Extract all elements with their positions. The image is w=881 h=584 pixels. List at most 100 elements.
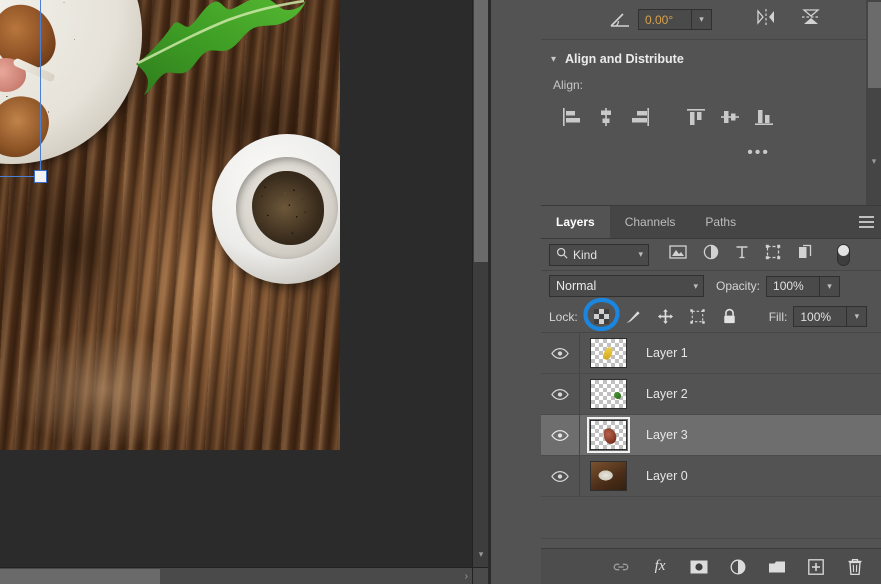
flip-vertical-icon[interactable]: [800, 7, 822, 32]
transform-handle[interactable]: [34, 170, 47, 183]
angle-icon: [609, 12, 631, 28]
align-horizontal-centers-button[interactable]: [589, 104, 623, 130]
filter-toggle-switch[interactable]: [837, 244, 850, 266]
adjustment-layer-filter-icon[interactable]: [703, 244, 719, 265]
tab-paths[interactable]: Paths: [690, 206, 751, 238]
layer-style-button[interactable]: fx: [650, 557, 670, 577]
layer-visibility-toggle[interactable]: [541, 348, 579, 359]
tab-channels[interactable]: Channels: [610, 206, 691, 238]
flip-controls: [754, 7, 822, 32]
layer-thumbnail-cell[interactable]: [580, 461, 636, 491]
bowl-interior: [236, 157, 338, 259]
layer-thumbnail-cell[interactable]: [580, 379, 636, 409]
photoshop-window: ▾ › 0.00° ▾: [0, 0, 881, 584]
layer-name-label: Layer 3: [636, 428, 688, 442]
canvas-horizontal-scroll-thumb[interactable]: [0, 569, 160, 584]
layer-filter-row: Kind ▾: [541, 239, 881, 271]
lock-transparent-pixels-button[interactable]: [592, 307, 611, 326]
layer-thumbnail: [590, 461, 627, 491]
layer-thumbnail-cell[interactable]: [580, 338, 636, 368]
properties-scroll-thumb[interactable]: [868, 2, 881, 88]
layer-name-label: Layer 2: [636, 387, 688, 401]
canvas-vertical-scrollbar[interactable]: ▾: [472, 0, 488, 584]
align-top-edges-button[interactable]: [679, 104, 713, 130]
rotation-angle-control[interactable]: 0.00° ▾: [609, 9, 712, 30]
lock-buttons: [592, 307, 739, 326]
align-right-edges-button[interactable]: [623, 104, 657, 130]
properties-panel: 0.00° ▾: [541, 0, 881, 205]
fx-icon: fx: [655, 558, 666, 575]
type-layer-filter-icon[interactable]: [735, 245, 749, 264]
lock-row: Lock:: [541, 301, 881, 333]
fill-slider-chevron-icon[interactable]: ▾: [847, 306, 867, 327]
more-align-options-button[interactable]: •••: [541, 130, 881, 162]
opacity-slider-chevron-icon[interactable]: ▾: [820, 276, 840, 297]
canvas-horizontal-scrollbar[interactable]: ›: [0, 567, 472, 584]
new-layer-button[interactable]: [806, 557, 826, 577]
right-dock: 0.00° ▾: [490, 0, 881, 584]
table-row[interactable]: Layer 1: [541, 333, 881, 374]
properties-scrollbar[interactable]: ▾: [866, 0, 881, 205]
fill-input[interactable]: 100%: [793, 306, 847, 327]
layer-list-empty-space: [541, 497, 881, 539]
align-distribute-section-header[interactable]: ▾ Align and Distribute: [541, 40, 881, 72]
chevron-right-icon[interactable]: ›: [465, 568, 468, 584]
scrollbar-corner: [472, 567, 488, 584]
lock-image-pixels-button[interactable]: [624, 307, 643, 326]
layer-thumbnail-cell[interactable]: [580, 420, 636, 450]
thumbnail-content: [614, 392, 621, 399]
add-layer-mask-button[interactable]: [689, 557, 709, 577]
tab-layers[interactable]: Layers: [541, 206, 610, 238]
table-row[interactable]: Layer 2: [541, 374, 881, 415]
filter-kind-select[interactable]: Kind ▾: [549, 244, 649, 266]
blend-mode-value: Normal: [556, 279, 596, 293]
layer-name-label: Layer 0: [636, 469, 688, 483]
lock-artboard-button[interactable]: [688, 307, 707, 326]
new-adjustment-layer-button[interactable]: [728, 557, 748, 577]
panel-menu-icon[interactable]: [859, 216, 874, 231]
document-canvas[interactable]: [0, 0, 340, 450]
table-row[interactable]: Layer 0: [541, 456, 881, 497]
align-vertical-centers-button[interactable]: [713, 104, 747, 130]
canvas-area[interactable]: ▾ ›: [0, 0, 470, 584]
align-bottom-edges-button[interactable]: [747, 104, 781, 130]
chevron-down-icon[interactable]: ▾: [692, 9, 712, 30]
link-layers-button[interactable]: [611, 557, 631, 577]
transform-row: 0.00° ▾: [541, 0, 881, 40]
chevron-down-icon[interactable]: ▾: [638, 249, 643, 260]
layer-visibility-toggle[interactable]: [541, 430, 579, 441]
layer-name-label: Layer 1: [636, 346, 688, 360]
layer-visibility-toggle[interactable]: [541, 389, 579, 400]
flip-horizontal-icon[interactable]: [754, 8, 778, 31]
wood-shadow-left: [0, 150, 150, 340]
table-row[interactable]: Layer 3: [541, 415, 881, 456]
blend-mode-select[interactable]: Normal ▾: [549, 275, 704, 297]
shape-layer-filter-icon[interactable]: [765, 244, 781, 265]
thumbnail-content: [601, 427, 617, 446]
pixel-layer-filter-icon[interactable]: [669, 245, 687, 264]
green-leaf: [128, 0, 308, 116]
canvas-vertical-scroll-thumb[interactable]: [474, 0, 488, 262]
chevron-down-icon[interactable]: ▾: [866, 156, 881, 167]
smart-object-filter-icon[interactable]: [797, 244, 813, 265]
lock-all-button[interactable]: [720, 307, 739, 326]
chevron-down-icon[interactable]: ▾: [693, 281, 698, 292]
new-group-button[interactable]: [767, 557, 787, 577]
food-photograph: [0, 0, 340, 450]
rotation-angle-input[interactable]: 0.00°: [638, 9, 692, 30]
layer-visibility-toggle[interactable]: [541, 471, 579, 482]
chevron-down-icon[interactable]: ▾: [473, 546, 489, 562]
toggle-knob: [838, 245, 849, 256]
filter-type-buttons: [669, 244, 850, 266]
lock-position-button[interactable]: [656, 307, 675, 326]
opacity-input[interactable]: 100%: [766, 276, 820, 297]
chevron-down-icon[interactable]: ▾: [551, 54, 556, 65]
layer-thumbnail: [590, 420, 627, 450]
dock-gutter: [491, 0, 541, 584]
ground-black-pepper: [252, 171, 324, 245]
align-left-edges-button[interactable]: [555, 104, 589, 130]
delete-layer-button[interactable]: [845, 557, 865, 577]
align-label: Align:: [541, 72, 881, 92]
filter-kind-label: Kind: [573, 248, 597, 262]
thumbnail-content: [601, 346, 614, 361]
